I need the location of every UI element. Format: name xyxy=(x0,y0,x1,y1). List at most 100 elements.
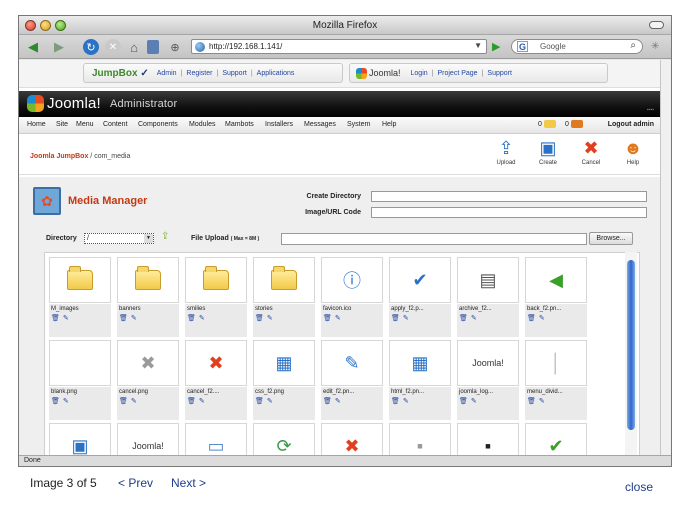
edit-pencil-icon[interactable]: ✎ xyxy=(63,398,69,405)
media-tile[interactable]: ▦ html_f2.pn... 🗑 ✎ xyxy=(389,340,451,420)
media-thumbnail[interactable]: Joomla! xyxy=(457,340,519,386)
menu-messages[interactable]: Messages xyxy=(304,121,336,128)
new-tab-icon[interactable]: ⊕ xyxy=(166,39,184,55)
edit-pencil-icon[interactable]: ✎ xyxy=(471,315,477,322)
media-tile[interactable]: ▤ archive_f2... 🗑 ✎ xyxy=(457,257,519,337)
scrollbar-thumb[interactable] xyxy=(627,260,635,430)
menu-installers[interactable]: Installers xyxy=(265,121,293,128)
media-thumbnail[interactable]: ▦ xyxy=(389,340,451,386)
media-thumbnail[interactable]: ⓘ xyxy=(321,257,383,303)
directory-select[interactable]: / xyxy=(84,233,154,244)
delete-icon[interactable]: 🗑 xyxy=(323,315,332,322)
media-thumbnail[interactable]: ◀ xyxy=(525,257,587,303)
logout-link[interactable]: Logout admin xyxy=(608,121,654,128)
media-tile[interactable]: ✖ xyxy=(321,423,383,455)
media-thumbnail[interactable]: ▤ xyxy=(457,257,519,303)
delete-icon[interactable]: 🗑 xyxy=(187,398,196,405)
media-tile[interactable]: ▪ xyxy=(457,423,519,455)
media-tile[interactable]: smilies 🗑 ✎ xyxy=(185,257,247,337)
bookmarks-icon[interactable] xyxy=(147,40,159,54)
forward-arrow-icon[interactable]: ▶ xyxy=(49,39,69,55)
media-thumbnail[interactable]: ✔ xyxy=(525,423,587,455)
edit-pencil-icon[interactable]: ✎ xyxy=(335,398,341,405)
delete-icon[interactable]: 🗑 xyxy=(255,315,264,322)
menu-home[interactable]: Home xyxy=(27,121,46,128)
image-url-input[interactable] xyxy=(371,207,647,218)
media-thumbnail[interactable] xyxy=(253,257,315,303)
media-tile[interactable]: stories 🗑 ✎ xyxy=(253,257,315,337)
media-tile[interactable]: ✎ edit_f2.pn... 🗑 ✎ xyxy=(321,340,383,420)
media-thumbnail[interactable]: ▪ xyxy=(457,423,519,455)
media-thumbnail[interactable] xyxy=(185,257,247,303)
private-messages-badge[interactable]: 0 xyxy=(538,120,556,128)
delete-icon[interactable]: 🗑 xyxy=(187,315,196,322)
next-link[interactable]: Next > xyxy=(171,476,206,490)
media-tile[interactable]: banners 🗑 ✎ xyxy=(117,257,179,337)
stop-icon[interactable]: ✕ xyxy=(105,39,121,55)
jumpbox-link-admin[interactable]: Admin xyxy=(157,70,177,77)
joomla-link-project-page[interactable]: Project Page xyxy=(437,70,477,77)
magnifier-icon[interactable]: ⌕ xyxy=(630,40,636,51)
media-tile[interactable]: ⟳ xyxy=(253,423,315,455)
browse-button[interactable]: Browse... xyxy=(589,232,633,245)
help-button[interactable]: ☻ Help xyxy=(614,138,652,172)
media-thumbnail[interactable]: │ xyxy=(525,340,587,386)
delete-icon[interactable]: 🗑 xyxy=(527,315,536,322)
media-grid-scrollbar[interactable] xyxy=(625,252,637,455)
file-upload-input[interactable] xyxy=(281,233,587,245)
media-tile[interactable]: ◀ back_f2.pn... 🗑 ✎ xyxy=(525,257,587,337)
edit-pencil-icon[interactable]: ✎ xyxy=(267,398,273,405)
media-thumbnail[interactable]: ▪ xyxy=(389,423,451,455)
create-directory-input[interactable] xyxy=(371,191,647,202)
media-thumbnail[interactable]: Joomla! xyxy=(117,423,179,455)
online-users-badge[interactable]: 0 xyxy=(565,120,583,128)
menu-content[interactable]: Content xyxy=(103,121,128,128)
delete-icon[interactable]: 🗑 xyxy=(391,315,400,322)
edit-pencil-icon[interactable]: ✎ xyxy=(335,315,341,322)
folder-up-icon[interactable]: ⇪ xyxy=(161,231,169,242)
media-tile[interactable]: blank.png 🗑 ✎ xyxy=(49,340,111,420)
menu-mambots[interactable]: Mambots xyxy=(225,121,254,128)
delete-icon[interactable]: 🗑 xyxy=(391,398,400,405)
toolbar-toggle-button[interactable] xyxy=(649,21,664,29)
media-tile[interactable]: │ menu_divid... 🗑 ✎ xyxy=(525,340,587,420)
menu-site[interactable]: Site xyxy=(56,121,68,128)
media-tile[interactable]: ▦ css_f2.png 🗑 ✎ xyxy=(253,340,315,420)
edit-pencil-icon[interactable]: ✎ xyxy=(199,398,205,405)
delete-icon[interactable]: 🗑 xyxy=(323,398,332,405)
edit-pencil-icon[interactable]: ✎ xyxy=(539,315,545,322)
media-tile[interactable]: ✖ cancel.png 🗑 ✎ xyxy=(117,340,179,420)
reload-icon[interactable]: ↻ xyxy=(83,39,99,55)
address-bar[interactable]: http://192.168.1.141/ ▼ xyxy=(191,39,487,54)
page-scrollbar[interactable] xyxy=(660,60,671,455)
edit-pencil-icon[interactable]: ✎ xyxy=(63,315,69,322)
media-tile[interactable]: ✖ cancel_f2.... 🗑 ✎ xyxy=(185,340,247,420)
close-link[interactable]: close xyxy=(625,480,653,494)
media-tile[interactable]: ⓘ favicon.ico 🗑 ✎ xyxy=(321,257,383,337)
cancel-button[interactable]: ✖ Cancel xyxy=(572,138,610,172)
url-dropdown-icon[interactable]: ▼ xyxy=(474,41,482,50)
joomla-link-login[interactable]: Login xyxy=(411,70,428,77)
media-tile[interactable]: ✔ xyxy=(525,423,587,455)
delete-icon[interactable]: 🗑 xyxy=(527,398,536,405)
google-engine-icon[interactable]: G xyxy=(517,41,529,52)
edit-pencil-icon[interactable]: ✎ xyxy=(403,398,409,405)
media-tile[interactable]: Joomla! xyxy=(117,423,179,455)
media-thumbnail[interactable]: ⟳ xyxy=(253,423,315,455)
media-thumbnail[interactable] xyxy=(49,257,111,303)
edit-pencil-icon[interactable]: ✎ xyxy=(403,315,409,322)
media-thumbnail[interactable] xyxy=(117,257,179,303)
media-thumbnail[interactable]: ✖ xyxy=(117,340,179,386)
create-button[interactable]: ▣ Create xyxy=(529,138,567,172)
media-tile[interactable]: ✔ apply_f2.p... 🗑 ✎ xyxy=(389,257,451,337)
jumpbox-link-register[interactable]: Register xyxy=(186,70,212,77)
media-tile[interactable]: ▭ xyxy=(185,423,247,455)
media-thumbnail[interactable]: ✖ xyxy=(321,423,383,455)
delete-icon[interactable]: 🗑 xyxy=(255,398,264,405)
delete-icon[interactable]: 🗑 xyxy=(459,315,468,322)
media-thumbnail[interactable]: ✔ xyxy=(389,257,451,303)
delete-icon[interactable]: 🗑 xyxy=(51,315,60,322)
media-thumbnail[interactable] xyxy=(49,340,111,386)
edit-pencil-icon[interactable]: ✎ xyxy=(471,398,477,405)
menu-modules[interactable]: Modules xyxy=(189,121,215,128)
